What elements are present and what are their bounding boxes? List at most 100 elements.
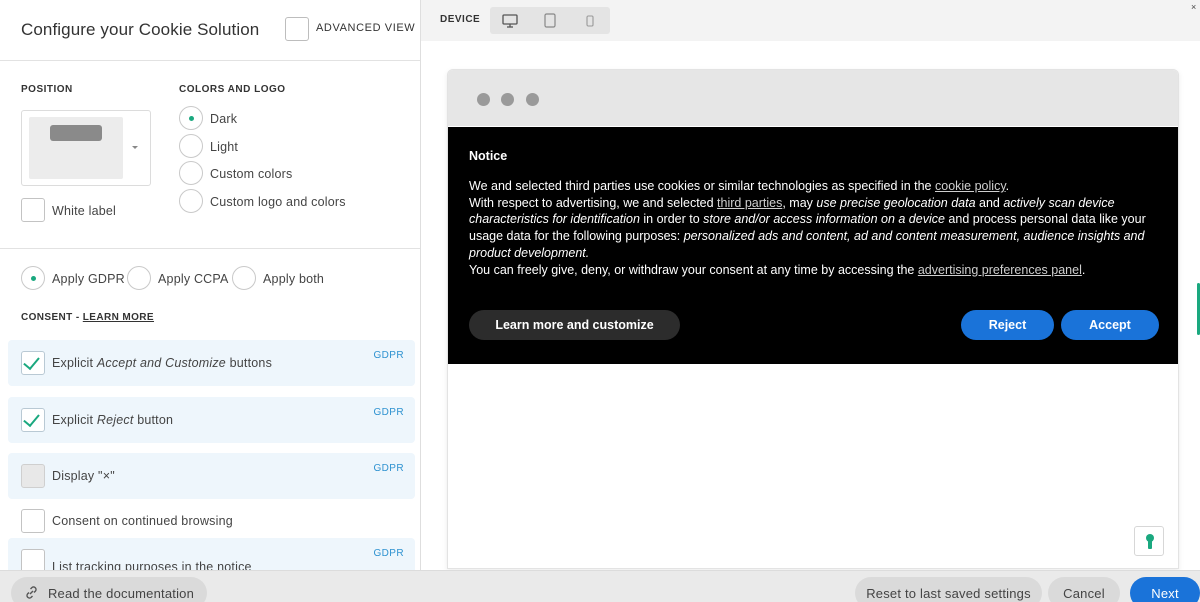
consent-row: Display "×" GDPR — [8, 453, 415, 499]
checkmark-icon — [23, 409, 40, 428]
label-apply-ccpa: Apply CCPA — [158, 272, 229, 286]
label-apply-both: Apply both — [263, 272, 325, 286]
radio-apply-ccpa[interactable] — [127, 266, 151, 290]
desktop-icon — [502, 13, 518, 28]
window-dot-icon — [477, 93, 490, 106]
consent-row: List tracking purposes in the notice GDP… — [8, 538, 415, 570]
notice-text: in order to — [639, 212, 704, 227]
app: Configure your Cookie Solution ADVANCED … — [0, 0, 1200, 602]
label-post: button — [133, 413, 174, 427]
panel-title: Configure your Cookie Solution — [21, 20, 260, 39]
reset-settings-button[interactable]: Reset to last saved settings — [855, 577, 1042, 602]
link-icon — [26, 586, 37, 599]
checkmark-icon — [23, 352, 40, 371]
label-pre: Explicit — [52, 413, 97, 427]
appearance-section: POSITION White label COLORS AND LOGO Dar… — [0, 61, 420, 249]
cancel-button[interactable]: Cancel — [1048, 577, 1120, 602]
position-preview — [29, 117, 123, 179]
consent-row: Explicit Accept and Customize buttons GD… — [8, 340, 415, 386]
mobile-button[interactable] — [570, 7, 610, 34]
tablet-icon — [544, 13, 556, 28]
notice-emphasis: store and/or access information on a dev… — [703, 212, 945, 227]
gdpr-tag: GDPR — [373, 463, 404, 474]
continued-browsing-label: Consent on continued browsing — [52, 514, 233, 528]
advanced-view-checkbox[interactable] — [285, 17, 309, 41]
tablet-button[interactable] — [530, 7, 570, 34]
gdpr-tag: GDPR — [373, 407, 404, 418]
color-radio-custom-logo[interactable] — [179, 189, 203, 213]
accept-button[interactable]: Accept — [1061, 310, 1159, 340]
browser-mockup: Notice We and selected third parties use… — [447, 69, 1179, 569]
device-toolbar: DEVICE — [421, 0, 1200, 41]
config-panel: Configure your Cookie Solution ADVANCED … — [0, 0, 421, 570]
color-label-light: Light — [210, 140, 239, 154]
display-x-label: Display "×" — [52, 469, 115, 483]
colors-caption: COLORS AND LOGO — [179, 84, 286, 95]
preview-area: DEVICE Notice We and selected third part… — [421, 0, 1200, 570]
notice-text: , may — [782, 195, 817, 210]
notice-body: We and selected third parties use cookie… — [469, 178, 1159, 278]
window-dot-icon — [501, 93, 514, 106]
color-label-custom: Custom colors — [210, 167, 293, 181]
list-purposes-checkbox[interactable] — [21, 549, 45, 570]
desktop-button[interactable] — [490, 7, 530, 34]
cookie-notice-banner: Notice We and selected third parties use… — [448, 127, 1178, 364]
notice-text: . — [1005, 179, 1010, 193]
gdpr-tag: GDPR — [373, 548, 404, 559]
cookie-policy-link[interactable]: cookie policy — [935, 179, 1006, 193]
color-label-custom-logo: Custom logo and colors — [210, 195, 346, 209]
color-radio-custom[interactable] — [179, 161, 203, 185]
label-apply-gdpr: Apply GDPR — [52, 272, 125, 286]
label-em: Accept and Customize — [96, 356, 226, 370]
consent-caption-text: CONSENT - — [21, 312, 83, 323]
display-x-checkbox[interactable] — [21, 464, 45, 488]
label-pre: Explicit — [52, 356, 97, 370]
advanced-view-label[interactable]: ADVANCED VIEW — [316, 22, 415, 34]
notice-emphasis: use precise geolocation data — [816, 195, 976, 210]
footer-bar: Read the documentation Reset to last sav… — [0, 570, 1200, 602]
third-parties-link[interactable]: third parties — [717, 196, 782, 210]
window-dot-icon — [526, 93, 539, 106]
color-radio-light[interactable] — [179, 134, 203, 158]
position-caption: POSITION — [21, 84, 73, 95]
white-label-checkbox[interactable] — [21, 198, 45, 222]
keyhole-stem — [1148, 540, 1152, 549]
notice-text: We and selected third parties use cookie… — [469, 179, 935, 193]
learn-more-link[interactable]: LEARN MORE — [83, 312, 154, 323]
close-icon[interactable]: × — [1191, 2, 1196, 12]
label-em: Reject — [96, 413, 134, 427]
consent-section: Apply GDPR Apply CCPA Apply both CONSENT… — [0, 249, 420, 570]
device-label: DEVICE — [440, 14, 481, 25]
next-button[interactable]: Next — [1130, 577, 1200, 602]
notice-text: and — [975, 195, 1004, 210]
continued-browsing-checkbox[interactable] — [21, 509, 45, 533]
radio-apply-gdpr[interactable] — [21, 266, 45, 290]
notice-text: . — [1081, 262, 1086, 277]
notice-text: With respect to advertising, we and sele… — [469, 195, 718, 210]
gdpr-tag: GDPR — [373, 350, 404, 361]
preview-stage: Notice We and selected third parties use… — [421, 41, 1200, 570]
label-post: buttons — [225, 356, 273, 370]
read-docs-button[interactable]: Read the documentation — [11, 577, 207, 602]
device-switcher — [490, 7, 610, 34]
color-label-dark: Dark — [210, 112, 238, 126]
privacy-widget-button[interactable] — [1134, 526, 1164, 556]
explicit-accept-checkbox[interactable] — [21, 351, 45, 375]
advertising-preferences-link[interactable]: advertising preferences panel — [918, 263, 1082, 277]
reject-button[interactable]: Reject — [961, 310, 1054, 340]
color-radio-dark[interactable] — [179, 106, 203, 130]
panel-header: Configure your Cookie Solution ADVANCED … — [0, 0, 420, 61]
notice-text: You can freely give, deny, or withdraw y… — [469, 262, 918, 277]
radio-apply-both[interactable] — [232, 266, 256, 290]
mobile-icon — [586, 14, 594, 27]
explicit-reject-label: Explicit Reject button — [52, 413, 173, 427]
read-docs-label: Read the documentation — [47, 586, 195, 601]
learn-more-customize-button[interactable]: Learn more and customize — [469, 310, 680, 340]
browser-chrome — [448, 70, 1178, 126]
explicit-reject-checkbox[interactable] — [21, 408, 45, 432]
consent-row: Explicit Reject button GDPR — [8, 397, 415, 443]
white-label-label: White label — [52, 204, 117, 218]
notice-title: Notice — [469, 149, 508, 163]
chevron-down-icon[interactable] — [132, 146, 138, 149]
list-purposes-label: List tracking purposes in the notice — [52, 560, 252, 570]
